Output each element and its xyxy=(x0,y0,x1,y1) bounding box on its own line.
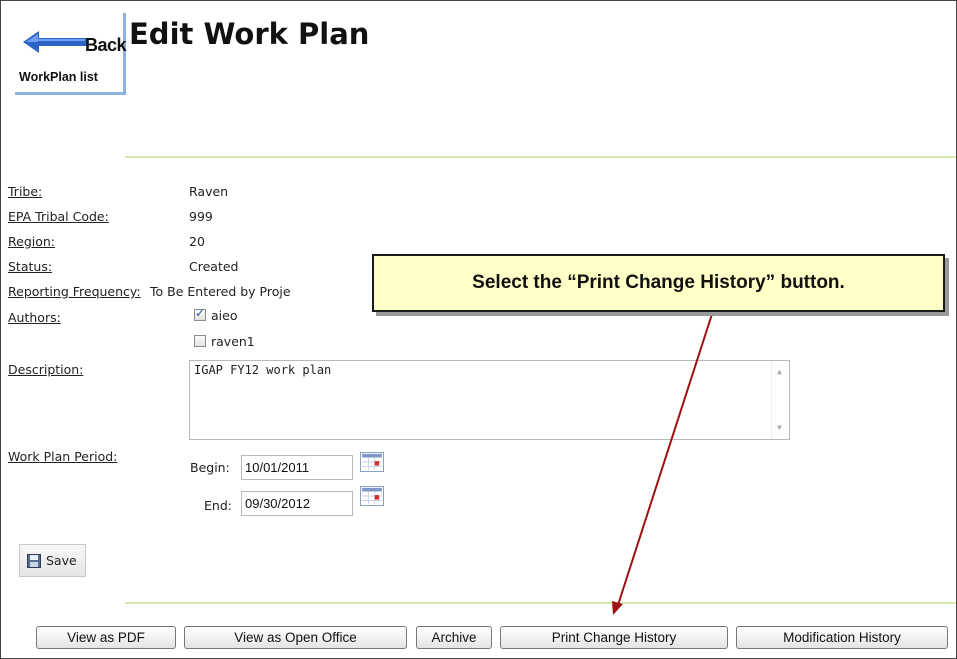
epa-code-label: EPA Tribal Code: xyxy=(8,209,109,224)
description-text: IGAP FY12 work plan xyxy=(194,363,332,377)
region-label: Region: xyxy=(8,234,56,249)
tribe-value: Raven xyxy=(189,184,229,199)
modification-history-button[interactable]: Modification History xyxy=(736,626,948,649)
status-value: Created xyxy=(189,259,239,274)
status-label: Status: xyxy=(8,259,53,274)
page-title: Edit Work Plan xyxy=(129,17,370,51)
work-plan-period-label: Work Plan Period: xyxy=(8,449,118,464)
floppy-disk-icon xyxy=(27,554,41,568)
region-value: 20 xyxy=(189,234,205,249)
description-scrollbar[interactable]: ▲ ▼ xyxy=(771,361,789,439)
archive-button[interactable]: Archive xyxy=(416,626,492,649)
back-label: Back xyxy=(85,35,127,55)
authors-label: Authors: xyxy=(8,310,61,325)
print-change-history-button[interactable]: Print Change History xyxy=(500,626,728,649)
end-label: End: xyxy=(204,498,232,513)
scroll-up-icon[interactable]: ▲ xyxy=(777,367,782,376)
save-label: Save xyxy=(46,553,77,568)
bottom-divider xyxy=(125,602,956,604)
view-as-pdf-button[interactable]: View as PDF xyxy=(36,626,176,649)
end-calendar-icon[interactable] xyxy=(360,486,384,506)
scroll-down-icon[interactable]: ▼ xyxy=(777,423,782,432)
back-arrow-icon xyxy=(23,31,87,53)
reporting-frequency-value: To Be Entered by Proje xyxy=(150,284,291,299)
save-button[interactable]: Save xyxy=(19,544,86,577)
callout-pointer-arrow xyxy=(612,310,714,615)
page-frame: Back WorkPlan list Edit Work Plan Tribe:… xyxy=(0,0,957,659)
reporting-frequency-label: Reporting Frequency: xyxy=(8,284,141,299)
begin-date-input[interactable] xyxy=(241,455,353,480)
top-divider xyxy=(125,156,956,158)
begin-label: Begin: xyxy=(190,460,230,475)
instruction-callout: Select the “Print Change History” button… xyxy=(372,254,945,312)
author-aieo-checkbox[interactable] xyxy=(194,306,206,321)
epa-code-value: 999 xyxy=(189,209,213,224)
back-sublabel: WorkPlan list xyxy=(19,70,98,84)
end-date-input[interactable] xyxy=(241,491,353,516)
author-raven1-label: raven1 xyxy=(211,334,255,349)
tribe-label: Tribe: xyxy=(8,184,43,199)
view-as-open-office-button[interactable]: View as Open Office xyxy=(184,626,407,649)
begin-calendar-icon[interactable] xyxy=(360,452,384,472)
back-to-workplan-list-button[interactable]: Back WorkPlan list xyxy=(15,13,127,95)
author-raven1-checkbox[interactable] xyxy=(194,335,206,347)
description-label: Description: xyxy=(8,362,84,377)
author-aieo-label: aieo xyxy=(211,308,238,323)
description-textarea[interactable]: IGAP FY12 work plan ▲ ▼ xyxy=(189,360,790,440)
